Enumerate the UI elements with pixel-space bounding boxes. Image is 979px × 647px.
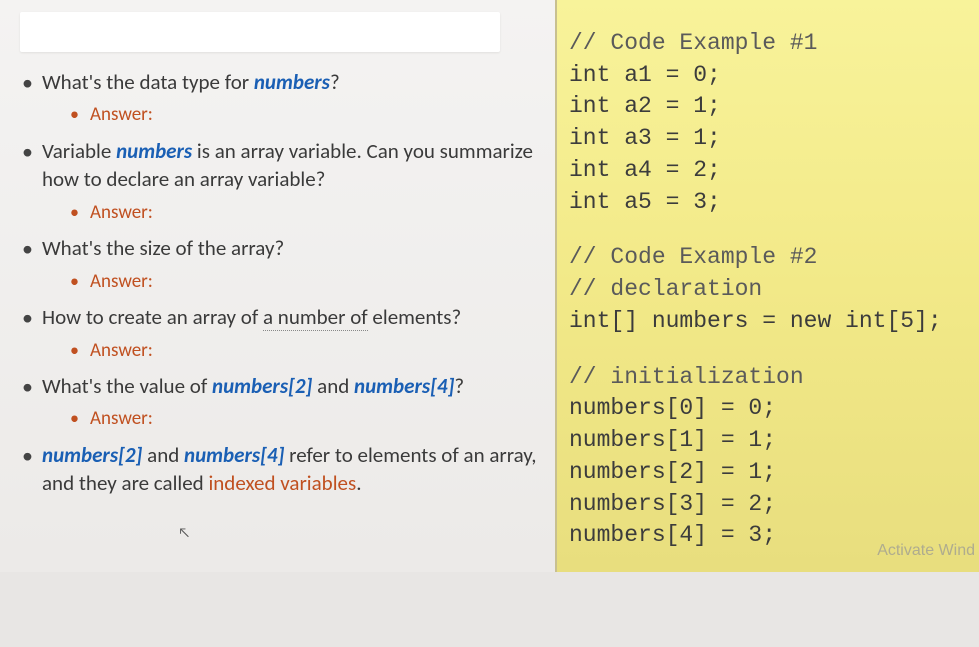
- redacted-title-box: [20, 12, 500, 52]
- answer-label: Answer:: [90, 270, 153, 293]
- q4-answer: Answer:: [70, 338, 547, 365]
- code-example-2: // Code Example #2 // declaration int[] …: [569, 242, 971, 337]
- question-3: What's the size of the array? Answer:: [20, 234, 547, 295]
- q5-prefix: What's the value of: [42, 373, 212, 399]
- q6-end: .: [356, 470, 361, 496]
- slide-container: What's the data type for numbers? Answer…: [0, 0, 979, 572]
- c2-i1: numbers[1] = 1;: [569, 427, 776, 453]
- c1-line1: int a1 = 0;: [569, 62, 721, 88]
- question-2: Variable numbers is an array variable. C…: [20, 137, 547, 226]
- q3-text: What's the size of the array?: [42, 235, 284, 261]
- q4-suffix: elements?: [368, 304, 462, 330]
- c2-i2: numbers[2] = 1;: [569, 459, 776, 485]
- q6-mid1: and: [142, 442, 184, 468]
- q5-mid: and: [312, 373, 354, 399]
- answer-label: Answer:: [90, 201, 153, 224]
- c2-decl-comment: // declaration: [569, 276, 762, 302]
- question-list: What's the data type for numbers? Answer…: [20, 68, 547, 498]
- c2-i0: numbers[0] = 0;: [569, 395, 776, 421]
- q2-answer: Answer:: [70, 200, 547, 227]
- code-example-1: // Code Example #1 int a1 = 0; int a2 = …: [569, 28, 971, 218]
- q6-term: indexed variables: [208, 470, 356, 496]
- q4-dotted: a number of: [263, 304, 368, 331]
- q5-suffix: ?: [454, 373, 464, 399]
- q5-var2: numbers[4]: [354, 373, 454, 399]
- c2-decl: int[] numbers = new int[5];: [569, 308, 942, 334]
- q2-var: numbers: [116, 138, 192, 164]
- c1-line5: int a5 = 3;: [569, 189, 721, 215]
- code-pane: // Code Example #1 int a1 = 0; int a2 = …: [555, 0, 979, 572]
- c2-i4: numbers[4] = 3;: [569, 522, 776, 548]
- activate-windows-watermark: Activate Wind: [877, 540, 975, 562]
- c1-line3: int a3 = 1;: [569, 125, 721, 151]
- code-init-block: // initialization numbers[0] = 0; number…: [569, 362, 971, 552]
- c2-init-comment: // initialization: [569, 364, 804, 390]
- q1-answer: Answer:: [70, 102, 547, 129]
- q1-var: numbers: [254, 69, 330, 95]
- q3-answer: Answer:: [70, 269, 547, 296]
- question-4: How to create an array of a number of el…: [20, 303, 547, 364]
- question-6: numbers[2] and numbers[4] refer to eleme…: [20, 441, 547, 498]
- c1-line2: int a2 = 1;: [569, 93, 721, 119]
- q5-var1: numbers[2]: [212, 373, 312, 399]
- answer-label: Answer:: [90, 339, 153, 362]
- q1-text-suffix: ?: [330, 69, 340, 95]
- q6-var1: numbers[2]: [42, 442, 142, 468]
- q5-answer: Answer:: [70, 406, 547, 433]
- question-1: What's the data type for numbers? Answer…: [20, 68, 547, 129]
- q6-var2: numbers[4]: [184, 442, 284, 468]
- cursor-icon: ↖: [178, 524, 190, 541]
- answer-label: Answer:: [90, 407, 153, 430]
- c1-comment: // Code Example #1: [569, 30, 817, 56]
- q4-prefix: How to create an array of: [42, 304, 263, 330]
- question-5: What's the value of numbers[2] and numbe…: [20, 372, 547, 433]
- c2-comment: // Code Example #2: [569, 244, 817, 270]
- c1-line4: int a4 = 2;: [569, 157, 721, 183]
- c2-i3: numbers[3] = 2;: [569, 491, 776, 517]
- q1-text-prefix: What's the data type for: [42, 69, 254, 95]
- answer-label: Answer:: [90, 103, 153, 126]
- questions-pane: What's the data type for numbers? Answer…: [0, 0, 555, 572]
- q2-prefix: Variable: [42, 138, 116, 164]
